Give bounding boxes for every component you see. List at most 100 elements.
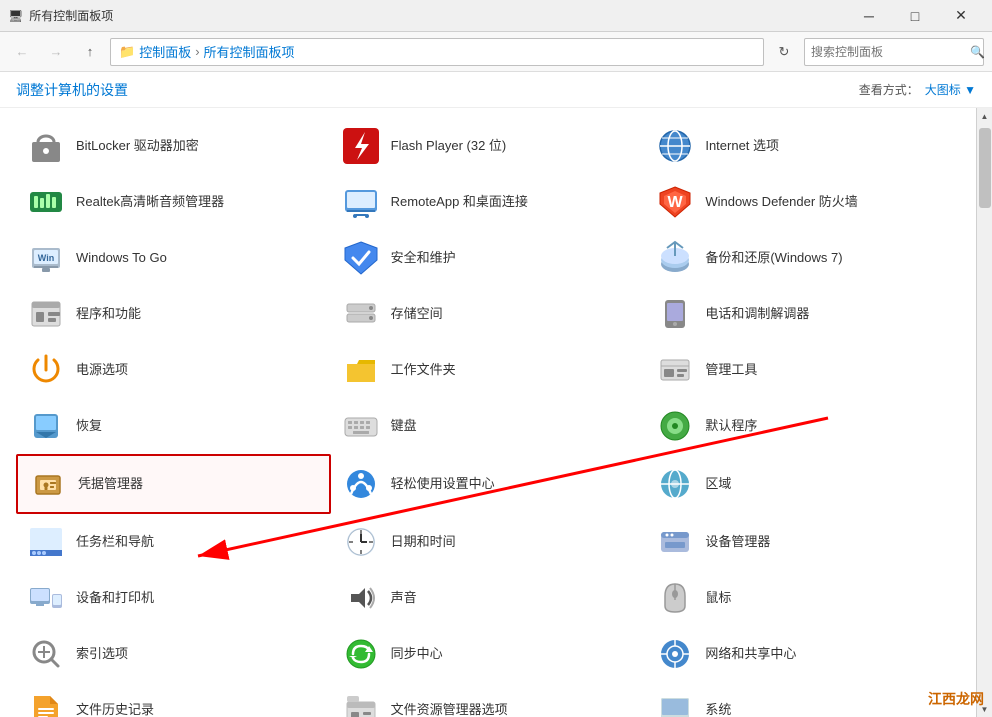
control-item-internet[interactable]: Internet 选项 [645,118,960,174]
window-icon: 🖥 [8,9,23,23]
item-icon-fileexplorer [341,690,381,717]
control-item-region[interactable]: 区域 [645,454,960,514]
item-icon-region [655,464,695,504]
item-icon-datetime [341,522,381,562]
item-label-credentials: 凭据管理器 [78,476,143,493]
item-label-internet: Internet 选项 [705,138,779,155]
search-box: 🔍 [804,38,984,66]
item-label-defaults: 默认程序 [705,418,757,435]
item-label-windowstogo: Windows To Go [76,250,167,267]
item-icon-programs [26,294,66,334]
control-item-backup[interactable]: 备份和还原(Windows 7) [645,230,960,286]
toolbar: 调整计算机的设置 查看方式： 大图标 ▼ [0,72,992,108]
path-segment-2[interactable]: 所有控制面板项 [204,42,295,61]
item-icon-sync [341,634,381,674]
control-item-ease[interactable]: 轻松使用设置中心 [331,454,646,514]
item-icon-devices [26,578,66,618]
control-item-sync[interactable]: 同步中心 [331,626,646,682]
control-item-realtek[interactable]: Realtek高清晰音频管理器 [16,174,331,230]
control-item-keyboard[interactable]: 键盘 [331,398,646,454]
item-icon-credentials [28,464,68,504]
item-icon-taskbar [26,522,66,562]
address-path: 📁 控制面板 › 所有控制面板项 [110,38,764,66]
item-label-sound: 声音 [391,590,417,607]
control-item-network[interactable]: 网络和共享中心 [645,626,960,682]
path-segment-1[interactable]: 控制面板 [139,42,191,61]
address-bar: ← → ↑ 📁 控制面板 › 所有控制面板项 ↻ 🔍 [0,32,992,72]
refresh-button[interactable]: ↻ [770,38,798,66]
back-button[interactable]: ← [8,38,36,66]
item-icon-ease [341,464,381,504]
control-item-devices[interactable]: 设备和打印机 [16,570,331,626]
item-icon-indexing [26,634,66,674]
item-label-devices: 设备和打印机 [76,590,154,607]
scrollbar: ▲ ▼ [976,108,992,717]
control-item-indexing[interactable]: 索引选项 [16,626,331,682]
title-bar: 🖥 所有控制面板项 ─ □ ✕ [0,0,992,32]
control-item-taskbar[interactable]: 任务栏和导航 [16,514,331,570]
item-label-datetime: 日期和时间 [391,534,456,551]
item-icon-backup [655,238,695,278]
control-item-workfolder[interactable]: 工作文件夹 [331,342,646,398]
title-bar-left: 🖥 所有控制面板项 [8,7,113,24]
forward-button[interactable]: → [42,38,70,66]
item-icon-remoteapp [341,182,381,222]
control-item-admintools[interactable]: 管理工具 [645,342,960,398]
control-item-bitlocker[interactable]: BitLocker 驱动器加密 [16,118,331,174]
item-icon-bitlocker [26,126,66,166]
scrollbar-track[interactable] [977,124,992,701]
item-label-recovery: 恢复 [76,418,102,435]
item-label-ease: 轻松使用设置中心 [391,476,495,493]
item-label-flash: Flash Player (32 位) [391,138,507,155]
item-icon-mouse [655,578,695,618]
control-item-programs[interactable]: 程序和功能 [16,286,331,342]
item-icon-workfolder [341,350,381,390]
item-icon-system [655,690,695,717]
control-item-phone[interactable]: 电话和调制解调器 [645,286,960,342]
item-label-indexing: 索引选项 [76,646,128,663]
minimize-button[interactable]: ─ [846,0,892,32]
title-bar-controls: ─ □ ✕ [846,0,984,32]
view-mode-selector[interactable]: 大图标 ▼ [925,81,976,98]
item-label-region: 区域 [705,476,731,493]
item-label-devmgr: 设备管理器 [705,534,770,551]
control-item-system[interactable]: 系统 [645,682,960,717]
search-input[interactable] [811,45,966,59]
scrollbar-up[interactable]: ▲ [977,108,992,124]
control-item-credentials[interactable]: 凭据管理器 [16,454,331,514]
item-label-sync: 同步中心 [391,646,443,663]
item-label-programs: 程序和功能 [76,306,141,323]
item-icon-phone [655,294,695,334]
item-icon-power [26,350,66,390]
control-item-recovery[interactable]: 恢复 [16,398,331,454]
control-item-mouse[interactable]: 鼠标 [645,570,960,626]
path-separator: › [195,44,199,59]
item-icon-defaults [655,406,695,446]
control-item-sound[interactable]: 声音 [331,570,646,626]
control-item-devmgr[interactable]: 设备管理器 [645,514,960,570]
control-item-security[interactable]: 安全和维护 [331,230,646,286]
control-item-flash[interactable]: Flash Player (32 位) [331,118,646,174]
item-icon-recovery [26,406,66,446]
control-item-datetime[interactable]: 日期和时间 [331,514,646,570]
control-item-defaults[interactable]: 默认程序 [645,398,960,454]
control-item-fileexplorer[interactable]: 文件资源管理器选项 [331,682,646,717]
item-label-power: 电源选项 [76,362,128,379]
control-item-filehistory[interactable]: 文件历史记录 [16,682,331,717]
up-button[interactable]: ↑ [76,38,104,66]
item-icon-admintools [655,350,695,390]
item-icon-defender: W [655,182,695,222]
control-item-defender[interactable]: WWindows Defender 防火墙 [645,174,960,230]
control-item-windowstogo[interactable]: WinWindows To Go [16,230,331,286]
svg-text:W: W [668,194,684,211]
maximize-button[interactable]: □ [892,0,938,32]
close-button[interactable]: ✕ [938,0,984,32]
item-label-backup: 备份和还原(Windows 7) [705,250,842,267]
control-item-power[interactable]: 电源选项 [16,342,331,398]
control-item-storage[interactable]: 存储空间 [331,286,646,342]
item-icon-internet [655,126,695,166]
control-item-remoteapp[interactable]: RemoteApp 和桌面连接 [331,174,646,230]
item-label-system: 系统 [705,702,731,717]
scrollbar-thumb [979,128,991,208]
item-icon-flash [341,126,381,166]
